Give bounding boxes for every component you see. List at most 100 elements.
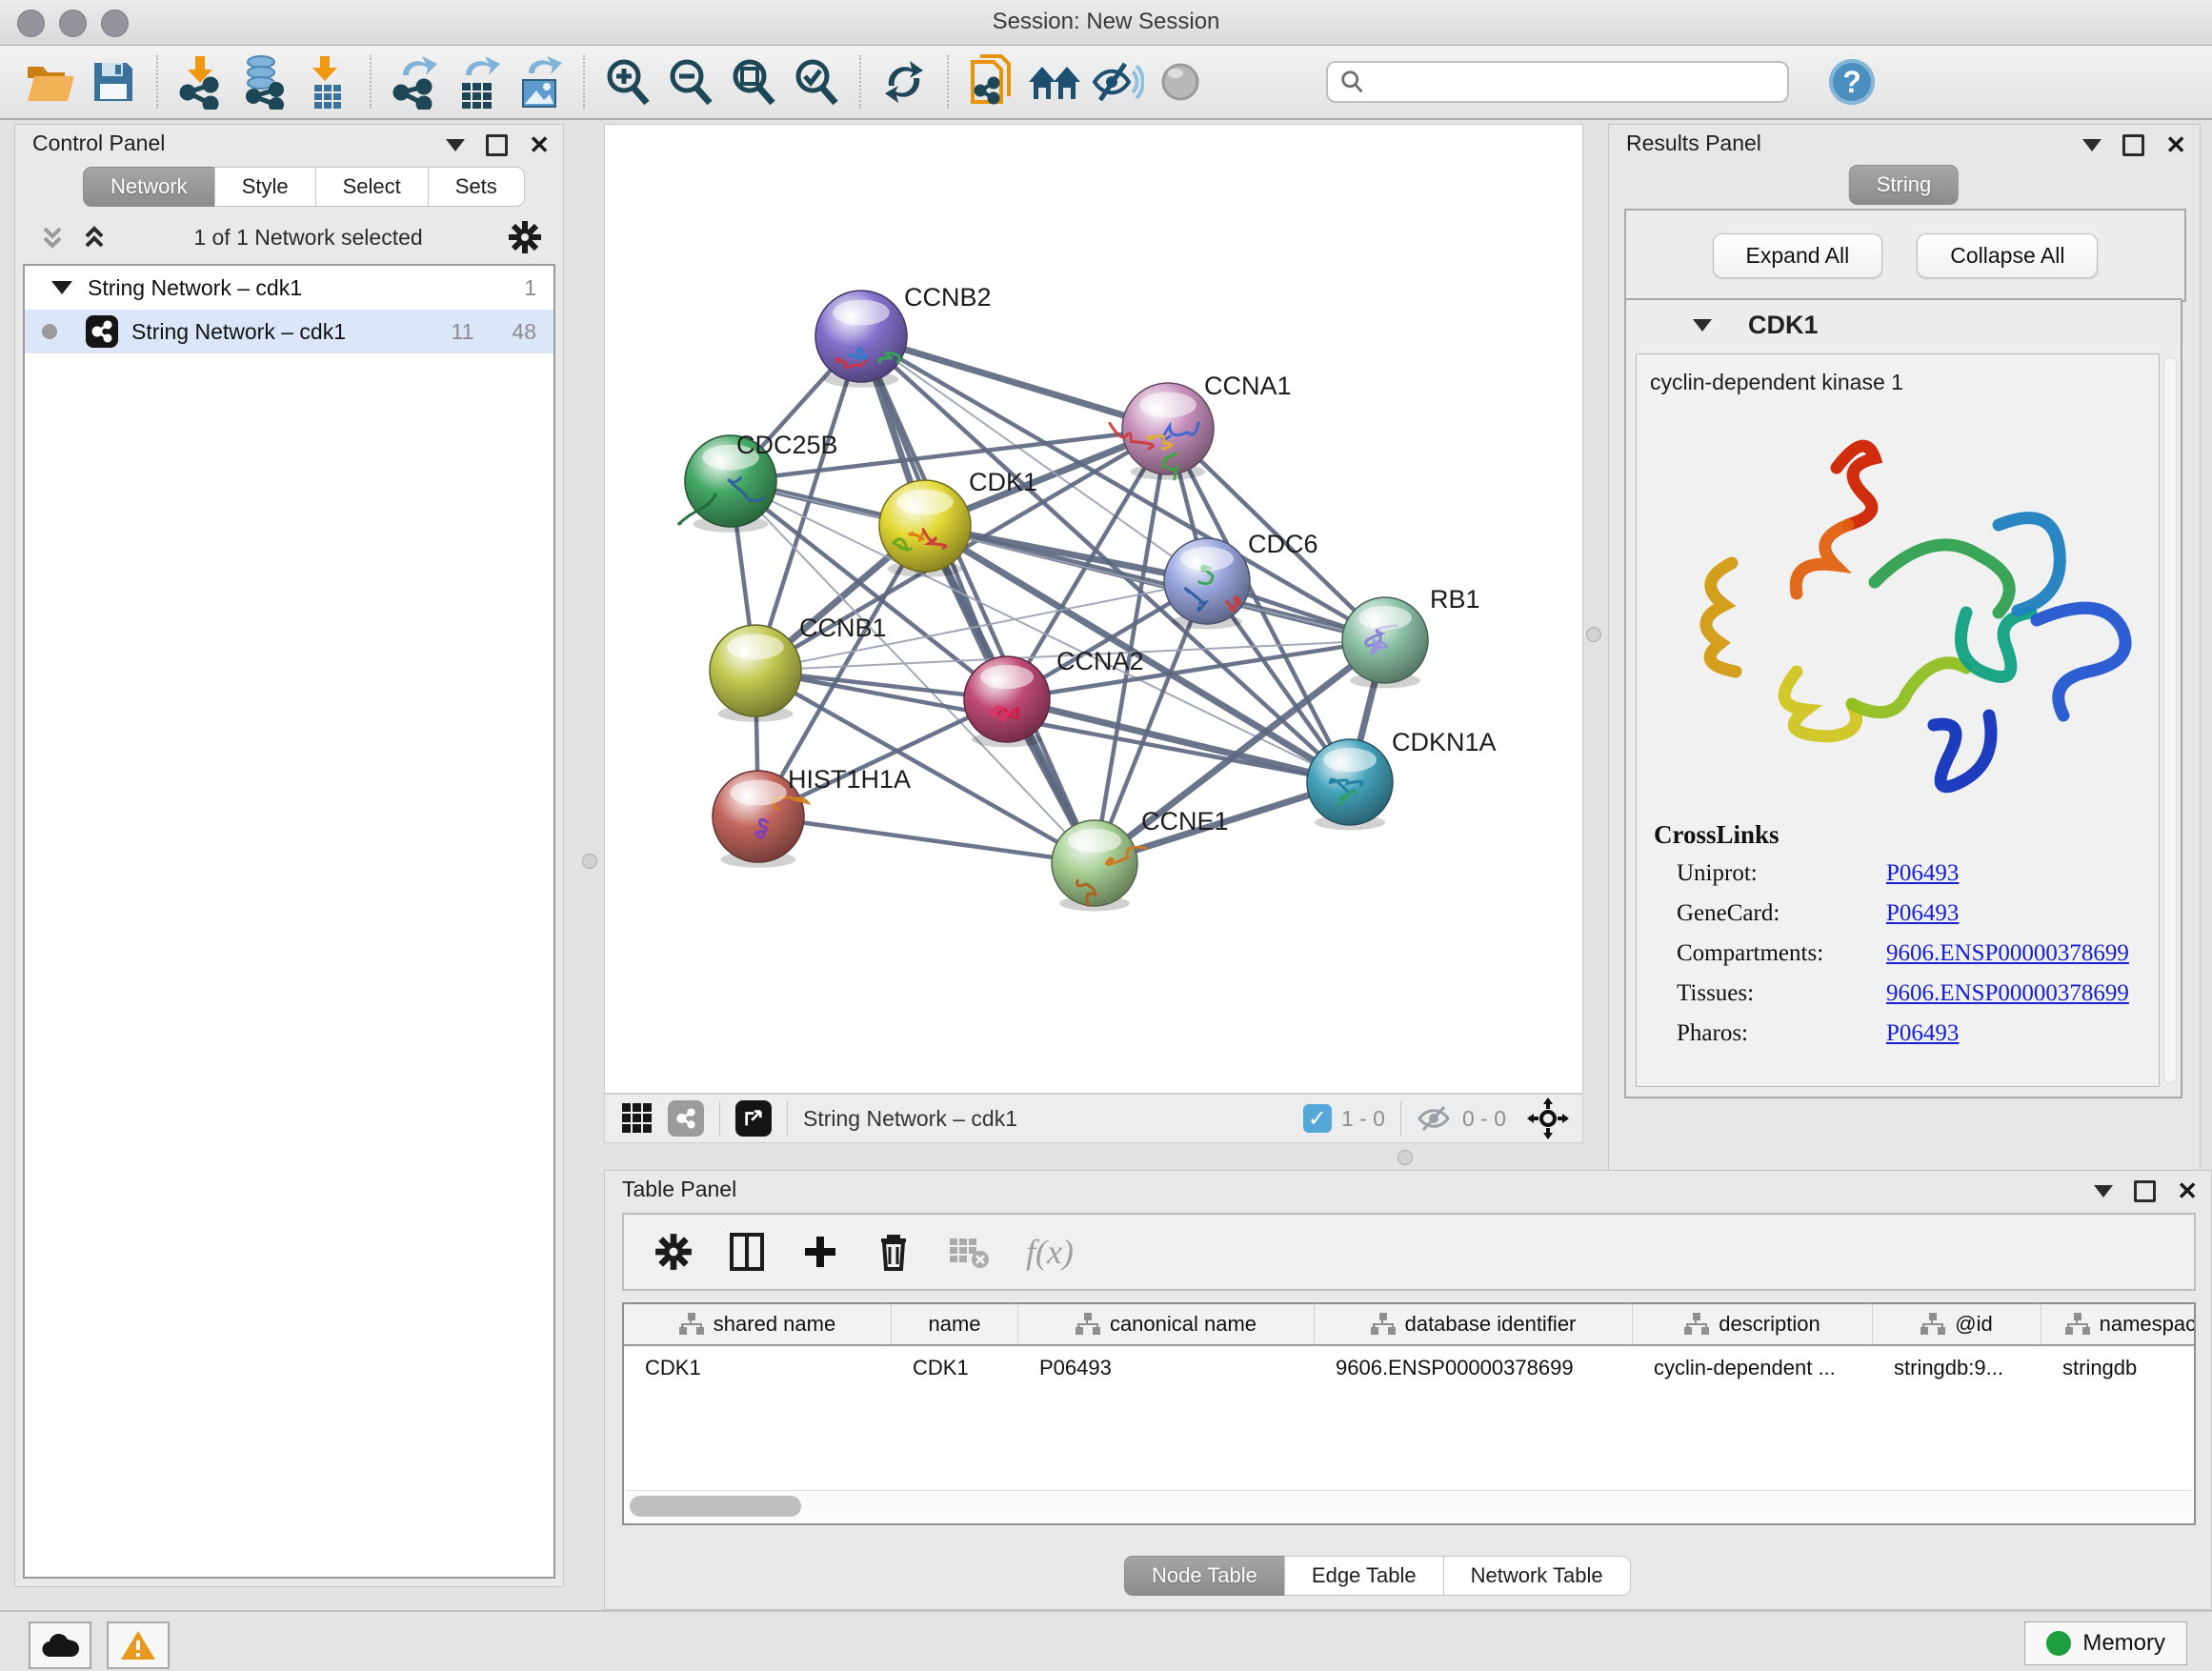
string-view-icon[interactable] <box>668 1100 704 1137</box>
network-status-dot <box>42 324 57 339</box>
node-table[interactable]: shared namenamecanonical namedatabase id… <box>622 1302 2196 1525</box>
import-network-database-icon[interactable] <box>232 53 295 111</box>
show-columns-icon[interactable] <box>729 1232 765 1272</box>
network-tree: String Network – cdk1 1 String Network –… <box>23 264 555 1579</box>
export-network-icon[interactable] <box>383 53 446 111</box>
table-panel-menu-icon[interactable] <box>2094 1185 2113 1198</box>
import-network-file-icon[interactable] <box>170 53 232 111</box>
crosslink-link[interactable]: P06493 <box>1886 860 1959 887</box>
gear-icon[interactable] <box>508 220 542 254</box>
table-cell[interactable]: P06493 <box>1018 1346 1315 1390</box>
network-node-label-CCNA1: CCNA1 <box>1204 372 1292 400</box>
control-panel-float-icon[interactable] <box>486 134 508 156</box>
crosslinks-list: Uniprot:P06493GeneCard:P06493Compartment… <box>1637 854 2159 1054</box>
zoom-in-icon[interactable] <box>596 53 659 111</box>
network-node-CCNA1[interactable] <box>1110 383 1214 480</box>
save-session-icon[interactable] <box>82 53 145 111</box>
tab-select[interactable]: Select <box>315 167 429 207</box>
crosslink-link[interactable]: 9606.ENSP00000378699 <box>1886 940 2129 967</box>
hidden-eye-icon <box>1417 1104 1453 1133</box>
gear-icon[interactable] <box>654 1233 693 1271</box>
selected-checkbox-icon[interactable]: ✓ <box>1303 1104 1332 1133</box>
disclosure-triangle-icon[interactable] <box>51 281 72 294</box>
horizontal-splitter-handle[interactable] <box>1398 1150 1413 1165</box>
column-header-description[interactable]: description <box>1633 1304 1873 1344</box>
table-panel-close-icon[interactable]: ✕ <box>2177 1183 2198 1199</box>
add-column-icon[interactable] <box>801 1233 839 1271</box>
network-collection-row[interactable]: String Network – cdk1 1 <box>25 266 553 310</box>
tab-edge-table[interactable]: Edge Table <box>1284 1556 1444 1596</box>
table-cell[interactable]: CDK1 <box>624 1346 892 1390</box>
export-table-icon[interactable] <box>446 53 509 111</box>
tab-style[interactable]: Style <box>214 167 316 207</box>
network-node-CCNB1[interactable] <box>710 625 801 722</box>
scrollbar-thumb[interactable] <box>630 1496 801 1517</box>
right-splitter-handle[interactable] <box>1586 627 1601 642</box>
collapse-all-chevron-icon[interactable] <box>38 223 67 252</box>
tab-sets[interactable]: Sets <box>428 167 525 207</box>
results-panel-close-icon[interactable]: ✕ <box>2165 137 2186 153</box>
column-header-shared-name[interactable]: shared name <box>624 1304 892 1344</box>
fit-content-crosshair-icon[interactable] <box>1527 1097 1569 1139</box>
column-header-canonical-name[interactable]: canonical name <box>1018 1304 1315 1344</box>
crosslink-row: Uniprot:P06493 <box>1637 854 2159 894</box>
crosslink-link[interactable]: 9606.ENSP00000378699 <box>1886 980 2129 1007</box>
table-panel-float-icon[interactable] <box>2134 1180 2156 1202</box>
control-panel-close-icon[interactable]: ✕ <box>529 137 550 153</box>
table-cell[interactable]: stringdb <box>2041 1346 2196 1390</box>
help-icon[interactable]: ? <box>1829 59 1875 105</box>
grid-view-icon[interactable] <box>620 1101 654 1136</box>
memory-button[interactable]: Memory <box>2024 1621 2187 1665</box>
refresh-view-icon[interactable] <box>873 53 935 111</box>
table-horizontal-scrollbar[interactable] <box>626 1490 2192 1521</box>
column-header--id[interactable]: @id <box>1873 1304 2041 1344</box>
collapse-all-button[interactable]: Collapse All <box>1917 233 2098 278</box>
eye-slash-icon[interactable] <box>1086 53 1149 111</box>
clone-network-icon[interactable] <box>960 53 1023 111</box>
column-header-name[interactable]: name <box>892 1304 1018 1344</box>
table-cell[interactable]: stringdb:9... <box>1873 1346 2041 1390</box>
zoom-out-icon[interactable] <box>659 53 722 111</box>
network-canvas[interactable]: CCNB2CCNA1CDC25BCDK1CDC6RB1CCNB1CCNA2CDK… <box>604 124 1583 1094</box>
gene-section: CDK1 cyclin-dependent kinase 1 CrossLink… <box>1624 298 2182 1098</box>
table-cell[interactable]: cyclin-dependent ... <box>1633 1346 1873 1390</box>
network-row[interactable]: String Network – cdk1 11 48 <box>25 310 553 353</box>
control-panel-menu-icon[interactable] <box>446 139 465 151</box>
network-node-CDK1[interactable] <box>879 480 971 577</box>
column-header-database-identifier[interactable]: database identifier <box>1315 1304 1633 1344</box>
open-session-icon[interactable] <box>19 53 82 111</box>
left-splitter-handle[interactable] <box>582 854 597 869</box>
cloud-button[interactable] <box>29 1621 91 1669</box>
zoom-fit-icon[interactable] <box>722 53 785 111</box>
crosslink-link[interactable]: P06493 <box>1886 900 1959 927</box>
table-row[interactable]: CDK1CDK1P064939606.ENSP00000378699cyclin… <box>624 1346 2194 1390</box>
export-image-icon[interactable] <box>509 53 572 111</box>
network-node-CDKN1A[interactable] <box>1307 739 1393 830</box>
gene-disclosure-icon[interactable] <box>1693 319 1712 332</box>
delete-column-icon[interactable] <box>875 1231 912 1273</box>
expand-all-chevron-icon[interactable] <box>80 223 109 252</box>
zoom-selected-icon[interactable] <box>785 53 848 111</box>
import-table-icon[interactable] <box>295 53 358 111</box>
results-panel-float-icon[interactable] <box>2122 134 2144 156</box>
results-panel-menu-icon[interactable] <box>2082 139 2101 151</box>
table-cell[interactable]: CDK1 <box>892 1346 1018 1390</box>
results-scrollbar[interactable] <box>2163 357 2177 1083</box>
tab-network[interactable]: Network <box>83 167 215 207</box>
table-cell[interactable]: 9606.ENSP00000378699 <box>1315 1346 1633 1390</box>
open-in-window-icon[interactable] <box>735 1100 772 1137</box>
warnings-button[interactable] <box>107 1621 170 1669</box>
gene-section-header[interactable]: CDK1 <box>1626 300 2181 350</box>
network-node-CDC6[interactable] <box>1164 538 1250 629</box>
column-header-namespace[interactable]: namespace <box>2041 1304 2196 1344</box>
crosslink-link[interactable]: P06493 <box>1886 1020 1959 1047</box>
tab-string[interactable]: String <box>1849 165 1959 205</box>
tab-network-table[interactable]: Network Table <box>1443 1556 1631 1596</box>
network-node-RB1[interactable] <box>1342 597 1428 688</box>
sphere-icon[interactable] <box>1149 53 1212 111</box>
expand-all-button[interactable]: Expand All <box>1713 233 1883 278</box>
houses-icon[interactable] <box>1023 53 1086 111</box>
tab-node-table[interactable]: Node Table <box>1124 1556 1285 1596</box>
search-input[interactable] <box>1364 69 1776 95</box>
application-window: Session: New Session <box>0 0 2212 1671</box>
